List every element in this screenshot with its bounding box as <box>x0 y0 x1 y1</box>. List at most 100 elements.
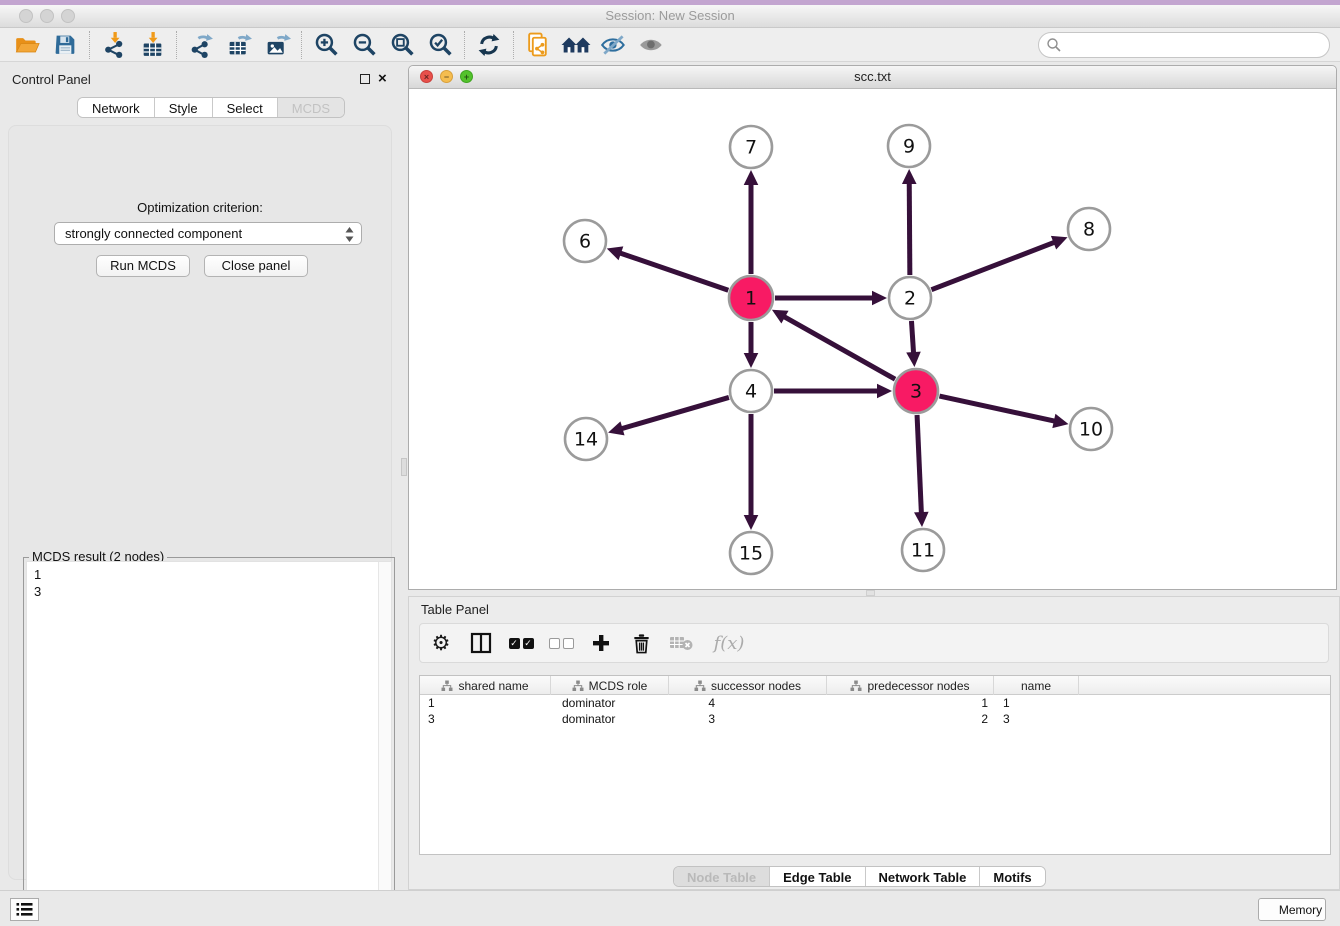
graph-node-1[interactable]: 1 <box>729 276 773 320</box>
delete-table-button[interactable] <box>668 630 694 656</box>
edge-3-10[interactable] <box>939 396 1068 428</box>
import-table-button[interactable] <box>133 30 171 60</box>
tab-mcds[interactable]: MCDS <box>278 98 344 117</box>
search-icon <box>1046 37 1062 53</box>
edge-1-6[interactable] <box>607 246 729 290</box>
delete-column-button[interactable] <box>628 630 654 656</box>
hide-details-button[interactable] <box>595 30 633 60</box>
edge-1-4[interactable] <box>744 322 759 368</box>
graph-node-15[interactable]: 15 <box>730 532 772 574</box>
column-header-predecessor-nodes[interactable]: predecessor nodes <box>827 676 994 695</box>
open-file-button[interactable] <box>8 30 46 60</box>
import-network-button[interactable] <box>95 30 133 60</box>
tab-edge-table[interactable]: Edge Table <box>770 867 865 886</box>
zoom-in-button[interactable] <box>307 30 345 60</box>
cell-shared-name: 1 <box>420 695 551 711</box>
save-session-button[interactable] <box>46 30 84 60</box>
edge-3-1[interactable] <box>772 310 895 379</box>
network-window-title: scc.txt <box>409 69 1336 84</box>
show-details-button[interactable] <box>633 30 671 60</box>
graph-node-4[interactable]: 4 <box>730 370 772 412</box>
edge-4-3[interactable] <box>774 384 892 399</box>
function-builder-button[interactable]: f(x) <box>708 630 750 656</box>
float-panel-icon[interactable] <box>360 74 370 84</box>
tab-select[interactable]: Select <box>213 98 278 117</box>
column-label: successor nodes <box>711 679 801 693</box>
unchecked-box-icon <box>563 638 574 649</box>
refresh-button[interactable] <box>470 30 508 60</box>
cell-name: 1 <box>994 695 1079 711</box>
application-window: Session: New Session <box>0 0 1340 926</box>
status-bar: Memory <box>0 890 1340 926</box>
column-header-successor-nodes[interactable]: successor nodes <box>669 676 827 695</box>
select-all-columns-button[interactable]: ✓ ✓ <box>508 630 534 656</box>
main-toolbar <box>0 28 1340 62</box>
zoom-selected-button[interactable] <box>421 30 459 60</box>
edge-2-9[interactable] <box>902 169 917 275</box>
table-settings-button[interactable]: ⚙ <box>428 630 454 656</box>
graph-node-9[interactable]: 9 <box>888 125 930 167</box>
edge-4-14[interactable] <box>608 397 729 435</box>
graph-node-label: 4 <box>745 381 757 403</box>
criterion-dropdown[interactable]: strongly connected component <box>54 222 362 245</box>
task-history-button[interactable] <box>10 898 39 921</box>
edge-1-2[interactable] <box>775 291 887 306</box>
edge-2-8[interactable] <box>931 236 1067 290</box>
column-label: shared name <box>458 679 528 693</box>
close-panel-icon[interactable]: × <box>378 70 387 88</box>
edge-3-11[interactable] <box>914 415 929 527</box>
app-titlebar: Session: New Session <box>0 5 1340 28</box>
export-network-button[interactable] <box>182 30 220 60</box>
toolbar-separator <box>513 31 514 59</box>
column-label: predecessor nodes <box>867 679 969 693</box>
graph-node-14[interactable]: 14 <box>565 418 607 460</box>
edge-4-15[interactable] <box>744 414 759 530</box>
export-image-button[interactable] <box>258 30 296 60</box>
cell-predecessor-nodes: 1 <box>827 695 994 711</box>
tab-network[interactable]: Network <box>78 98 155 117</box>
new-network-from-selection-button[interactable] <box>519 30 557 60</box>
zoom-fit-button[interactable] <box>383 30 421 60</box>
add-column-button[interactable] <box>588 630 614 656</box>
network-home-button[interactable] <box>557 30 595 60</box>
zoom-out-button[interactable] <box>345 30 383 60</box>
show-column-pane-button[interactable] <box>468 630 494 656</box>
eye-slash-icon <box>600 32 628 58</box>
table-panel-title: Table Panel <box>421 602 489 617</box>
vertical-splitter[interactable] <box>400 62 408 890</box>
table-row[interactable]: 3 dominator 3 2 3 <box>420 711 1330 727</box>
tab-node-table[interactable]: Node Table <box>674 867 770 886</box>
cell-shared-name: 3 <box>420 711 551 727</box>
memory-button[interactable]: Memory <box>1258 898 1326 921</box>
tree-icon <box>694 680 706 692</box>
column-header-mcds-role[interactable]: MCDS role <box>551 676 669 695</box>
graph-node-7[interactable]: 7 <box>730 126 772 168</box>
close-panel-button[interactable]: Close panel <box>204 255 308 277</box>
tab-network-table[interactable]: Network Table <box>866 867 981 886</box>
edge-2-3[interactable] <box>906 321 921 367</box>
graph-node-2[interactable]: 2 <box>889 277 931 319</box>
network-window-titlebar: × − + scc.txt <box>409 66 1336 89</box>
edge-1-7[interactable] <box>744 170 759 274</box>
graph-node-10[interactable]: 10 <box>1070 408 1112 450</box>
search-input[interactable] <box>1038 32 1330 58</box>
run-mcds-button[interactable]: Run MCDS <box>96 255 190 277</box>
graph-node-8[interactable]: 8 <box>1068 208 1110 250</box>
export-table-button[interactable] <box>220 30 258 60</box>
graph-node-3[interactable]: 3 <box>894 369 938 413</box>
table-row[interactable]: 1 dominator 4 1 1 <box>420 695 1330 711</box>
cell-mcds-role: dominator <box>551 695 669 711</box>
tab-style[interactable]: Style <box>155 98 213 117</box>
splitter-grip[interactable] <box>401 458 407 476</box>
tab-motifs[interactable]: Motifs <box>980 867 1044 886</box>
toolbar-separator <box>301 31 302 59</box>
column-header-name[interactable]: name <box>994 676 1079 695</box>
toolbar-separator <box>176 31 177 59</box>
column-header-shared-name[interactable]: shared name <box>420 676 551 695</box>
graph-node-11[interactable]: 11 <box>902 529 944 571</box>
network-canvas[interactable]: 1 2 3 4 6 7 8 9 10 11 14 15 <box>409 89 1336 589</box>
unselect-all-columns-button[interactable] <box>548 630 574 656</box>
graph-node-6[interactable]: 6 <box>564 220 606 262</box>
mcds-result-list[interactable]: 1 3 <box>26 561 392 926</box>
result-scrollbar[interactable] <box>378 562 391 926</box>
